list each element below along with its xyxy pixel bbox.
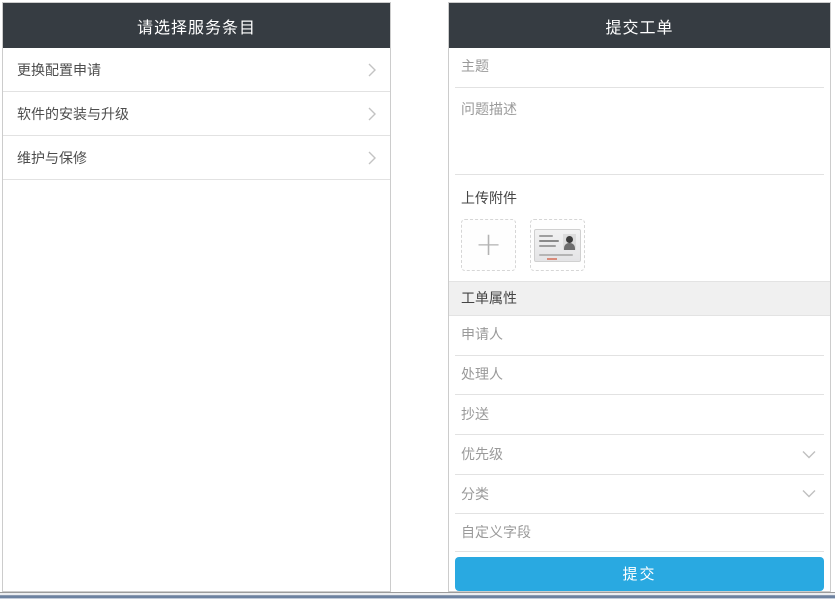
service-item-label: 更换配置申请 bbox=[17, 60, 101, 80]
applicant-row bbox=[455, 316, 824, 356]
custom-field-input[interactable] bbox=[461, 525, 818, 541]
submit-button[interactable]: 提交 bbox=[455, 557, 824, 591]
window-bottom-edge bbox=[0, 592, 835, 599]
chevron-down-icon bbox=[802, 450, 816, 459]
subject-input[interactable] bbox=[461, 59, 818, 75]
submit-ticket-panel: 提交工单 上传附件 + bbox=[448, 2, 831, 592]
upload-section: 上传附件 + bbox=[449, 175, 830, 281]
service-item-config-change[interactable]: 更换配置申请 bbox=[3, 48, 390, 92]
service-list: 更换配置申请 软件的安装与升级 维护与保修 bbox=[3, 48, 390, 180]
handler-input[interactable] bbox=[461, 367, 818, 383]
chevron-right-icon bbox=[367, 107, 377, 121]
chevron-down-icon bbox=[802, 489, 816, 498]
service-item-label: 软件的安装与升级 bbox=[17, 104, 129, 124]
ticket-properties-header: 工单属性 bbox=[449, 281, 830, 316]
upload-row: + bbox=[461, 219, 818, 271]
service-select-panel: 请选择服务条目 更换配置申请 软件的安装与升级 维护与保修 bbox=[2, 2, 391, 592]
description-row bbox=[455, 88, 824, 175]
description-textarea[interactable] bbox=[461, 99, 818, 169]
service-item-software-install[interactable]: 软件的安装与升级 bbox=[3, 92, 390, 136]
service-item-maintenance[interactable]: 维护与保修 bbox=[3, 136, 390, 180]
upload-label: 上传附件 bbox=[461, 188, 818, 208]
cc-input[interactable] bbox=[461, 407, 818, 423]
ticket-panel-title: 提交工单 bbox=[449, 3, 830, 48]
service-item-label: 维护与保修 bbox=[17, 148, 87, 168]
chevron-right-icon bbox=[367, 151, 377, 165]
attachment-idcard-image bbox=[534, 229, 581, 262]
ticket-form: 上传附件 + bbox=[449, 48, 830, 591]
attachment-thumbnail[interactable] bbox=[530, 219, 585, 271]
submit-area: 提交 bbox=[449, 552, 830, 591]
priority-select[interactable]: 优先级 bbox=[455, 435, 824, 475]
cc-row bbox=[455, 395, 824, 435]
chevron-right-icon bbox=[367, 63, 377, 77]
idcard-portrait bbox=[563, 234, 576, 250]
custom-field-row bbox=[455, 514, 824, 552]
category-label: 分类 bbox=[461, 484, 489, 504]
subject-row bbox=[455, 48, 824, 88]
add-attachment-button[interactable]: + bbox=[461, 219, 516, 271]
handler-row bbox=[455, 356, 824, 396]
service-panel-title: 请选择服务条目 bbox=[3, 3, 390, 48]
applicant-input[interactable] bbox=[461, 327, 818, 343]
plus-icon: + bbox=[475, 228, 502, 260]
priority-label: 优先级 bbox=[461, 444, 503, 464]
category-select[interactable]: 分类 bbox=[455, 475, 824, 515]
